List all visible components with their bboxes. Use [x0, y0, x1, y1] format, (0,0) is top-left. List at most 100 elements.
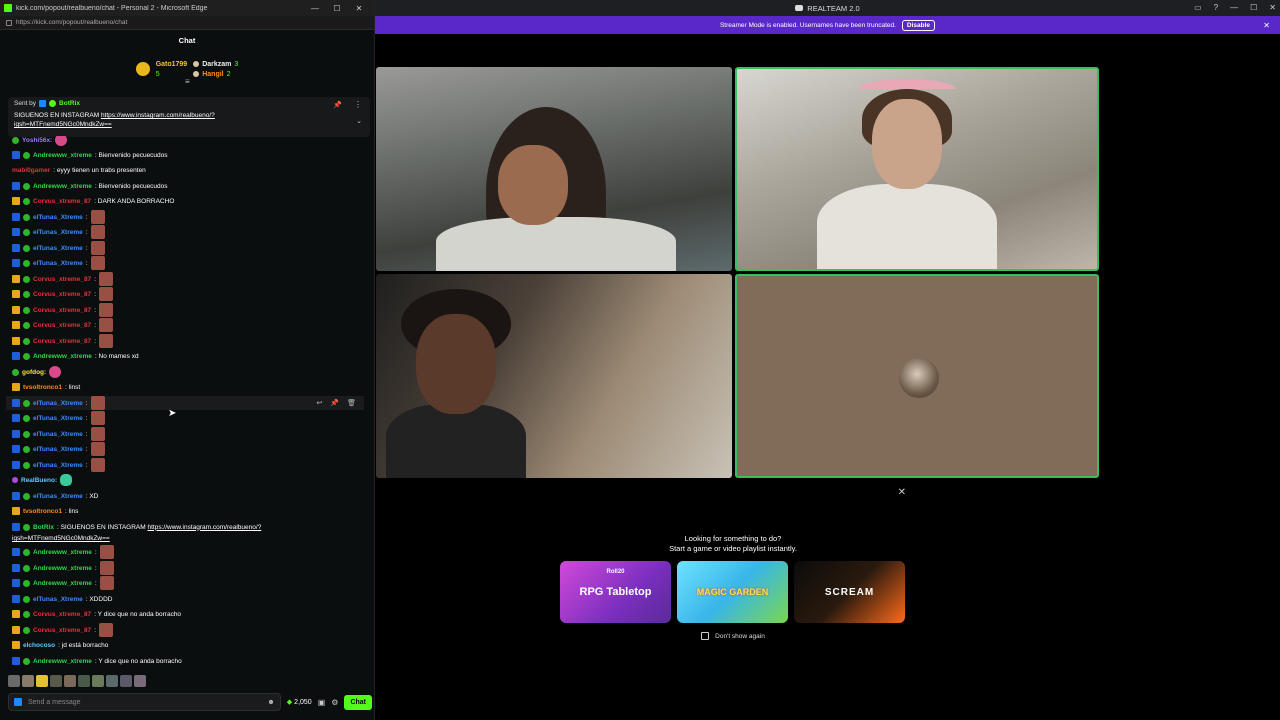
chat-username[interactable]: Andrewww_xtreme: [33, 565, 92, 572]
chat-message[interactable]: Andrewww_xtreme : Bienvenido pecuecudos: [12, 179, 364, 193]
leader-entry[interactable]: Hangil 2: [193, 71, 238, 78]
chat-message[interactable]: mabi0gamer : eyyy tienen un trabs presen…: [12, 163, 364, 177]
gift-icon[interactable]: ▣: [318, 698, 326, 707]
emote-icon[interactable]: [120, 675, 132, 687]
chat-username[interactable]: Andrewww_xtreme: [33, 353, 92, 360]
chat-message[interactable]: RealBueno:: [12, 473, 364, 487]
emote-icon[interactable]: [64, 675, 76, 687]
chat-username[interactable]: Yoshi56x:: [22, 137, 52, 144]
close-window-button[interactable]: ✕: [348, 4, 370, 13]
chat-message[interactable]: BotRix : SIGUENOS EN INSTAGRAM https://w…: [12, 520, 364, 534]
emote-icon[interactable]: [50, 675, 62, 687]
dont-show-checkbox[interactable]: [701, 632, 710, 640]
chat-message[interactable]: Andrewww_xtreme : Y dice que no anda bor…: [12, 654, 364, 668]
chat-username[interactable]: elTunas_Xtreme: [33, 214, 83, 221]
chat-message[interactable]: Corvus_xtreme_87 :: [12, 623, 364, 637]
chat-username[interactable]: mabi0gamer: [12, 167, 50, 174]
pinned-link[interactable]: https://www.instagram.com/realbueno/?: [101, 112, 215, 119]
delete-icon[interactable]: 🗑: [347, 399, 356, 407]
chat-username[interactable]: Corvus_xtreme_87: [33, 198, 91, 205]
emote-icon[interactable]: [22, 675, 34, 687]
chat-username[interactable]: elTunas_Xtreme: [33, 462, 83, 469]
emote-icon[interactable]: [8, 675, 20, 687]
chat-link[interactable]: https://www.instagram.com/realbueno/?: [148, 524, 262, 531]
emote-icon[interactable]: [134, 675, 146, 687]
chat-username[interactable]: Corvus_xtreme_87: [33, 338, 91, 345]
chat-message[interactable]: elTunas_Xtreme :: [12, 256, 364, 270]
maximize-button[interactable]: ☐: [326, 4, 348, 13]
chat-message[interactable]: tvsoltronco1 : lins: [12, 504, 364, 518]
chat-username[interactable]: Andrewww_xtreme: [33, 183, 92, 190]
emote-icon[interactable]: [92, 675, 104, 687]
more-options-icon[interactable]: ⋮: [354, 100, 362, 109]
inbox-icon[interactable]: ▭: [1194, 3, 1202, 12]
chat-message[interactable]: Andrewww_xtreme : Bienvenido pecuecudos: [12, 148, 364, 162]
chat-message[interactable]: elTunas_Xtreme : XD: [12, 489, 364, 503]
chat-username[interactable]: Corvus_xtreme_87: [33, 276, 91, 283]
close-icon[interactable]: ✕: [1269, 3, 1276, 12]
chat-message[interactable]: elTunas_Xtreme :: [12, 427, 364, 441]
chat-message[interactable]: tvsoltronco1 : linst: [12, 380, 364, 394]
chat-username[interactable]: gofdog:: [22, 369, 46, 376]
chat-username[interactable]: Andrewww_xtreme: [33, 549, 92, 556]
chat-username[interactable]: Andrewww_xtreme: [33, 658, 92, 665]
chat-identity-icon[interactable]: [14, 698, 22, 706]
emote-icon[interactable]: [36, 675, 48, 687]
chat-username[interactable]: BotRix: [33, 524, 54, 531]
help-icon[interactable]: ?: [1214, 3, 1218, 12]
chat-message[interactable]: elchocoso : jd está borracho: [12, 638, 364, 652]
chat-message[interactable]: Andrewww_xtreme :: [12, 576, 364, 590]
chat-username[interactable]: tvsoltronco1: [23, 384, 62, 391]
chat-message[interactable]: Corvus_xtreme_87 :: [12, 287, 364, 301]
chat-message-hovered[interactable]: elTunas_Xtreme : ↩ 📌 🗑: [6, 396, 364, 410]
chat-username[interactable]: Andrewww_xtreme: [33, 580, 92, 587]
chat-message[interactable]: Corvus_xtreme_87 : DARK ANDA BORRACHO: [12, 194, 364, 208]
chat-username[interactable]: elTunas_Xtreme: [33, 493, 83, 500]
minimize-button[interactable]: —: [304, 4, 326, 13]
chat-username[interactable]: elTunas_Xtreme: [33, 245, 83, 252]
chat-username[interactable]: Corvus_xtreme_87: [33, 322, 91, 329]
voice-tile-4[interactable]: [735, 274, 1099, 478]
chat-username[interactable]: elTunas_Xtreme: [33, 596, 83, 603]
chat-messages[interactable]: Yoshi56x: Andrewww_xtreme : Bienvenido p…: [0, 136, 370, 676]
chat-username[interactable]: Corvus_xtreme_87: [33, 611, 91, 618]
chat-message[interactable]: Corvus_xtreme_87 :: [12, 318, 364, 332]
chat-message[interactable]: elTunas_Xtreme :: [12, 411, 364, 425]
chat-username[interactable]: tvsoltronco1: [23, 508, 62, 515]
chat-message[interactable]: Yoshi56x:: [12, 136, 364, 147]
pin-icon[interactable]: 📌: [333, 101, 342, 109]
chat-message[interactable]: elTunas_Xtreme :: [12, 210, 364, 224]
activity-card-scream[interactable]: SCREAM: [794, 561, 905, 623]
maximize-icon[interactable]: ☐: [1250, 3, 1257, 12]
close-banner-icon[interactable]: ✕: [1263, 21, 1270, 30]
leader-entry[interactable]: Gato1799: [156, 61, 188, 68]
chat-message[interactable]: Corvus_xtreme_87 : Y dice que no anda bo…: [12, 607, 364, 621]
emote-icon[interactable]: [106, 675, 118, 687]
chat-username[interactable]: elchocoso: [23, 642, 55, 649]
pin-message-icon[interactable]: 📌: [330, 399, 339, 407]
chat-message[interactable]: elTunas_Xtreme : XDDDD: [12, 592, 364, 606]
minimize-icon[interactable]: —: [1230, 3, 1238, 12]
video-tile-3[interactable]: [376, 274, 732, 478]
close-activity-icon[interactable]: ✕: [898, 487, 906, 498]
settings-gear-icon[interactable]: ⚙: [331, 698, 338, 707]
chat-username[interactable]: elTunas_Xtreme: [33, 229, 83, 236]
channel-points[interactable]: ◆ 2,050: [287, 698, 312, 707]
chat-message[interactable]: Corvus_xtreme_87 :: [12, 272, 364, 286]
send-chat-button[interactable]: Chat: [344, 694, 372, 710]
video-tile-2-speaking[interactable]: [735, 67, 1099, 271]
activity-card-magic-garden[interactable]: MAGIC GARDEN: [677, 561, 788, 623]
chat-message[interactable]: elTunas_Xtreme :: [12, 241, 364, 255]
leader-entry[interactable]: Darkzam 3: [193, 61, 238, 68]
pinned-bot-name[interactable]: BotRix: [59, 100, 80, 107]
chat-message[interactable]: elTunas_Xtreme :: [12, 458, 364, 472]
address-bar[interactable]: https://kick.com/popout/realbueno/chat: [0, 16, 374, 30]
chat-username[interactable]: elTunas_Xtreme: [33, 415, 83, 422]
chat-username[interactable]: elTunas_Xtreme: [33, 260, 83, 267]
chat-username[interactable]: RealBueno:: [21, 477, 57, 484]
emoji-icon[interactable]: ☻: [267, 699, 274, 706]
message-input[interactable]: Send a message ☻: [8, 693, 281, 711]
reply-icon[interactable]: ↩: [317, 399, 323, 407]
chat-message[interactable]: Andrewww_xtreme : No mames xd: [12, 349, 364, 363]
chat-message[interactable]: gofdog:: [12, 365, 364, 379]
